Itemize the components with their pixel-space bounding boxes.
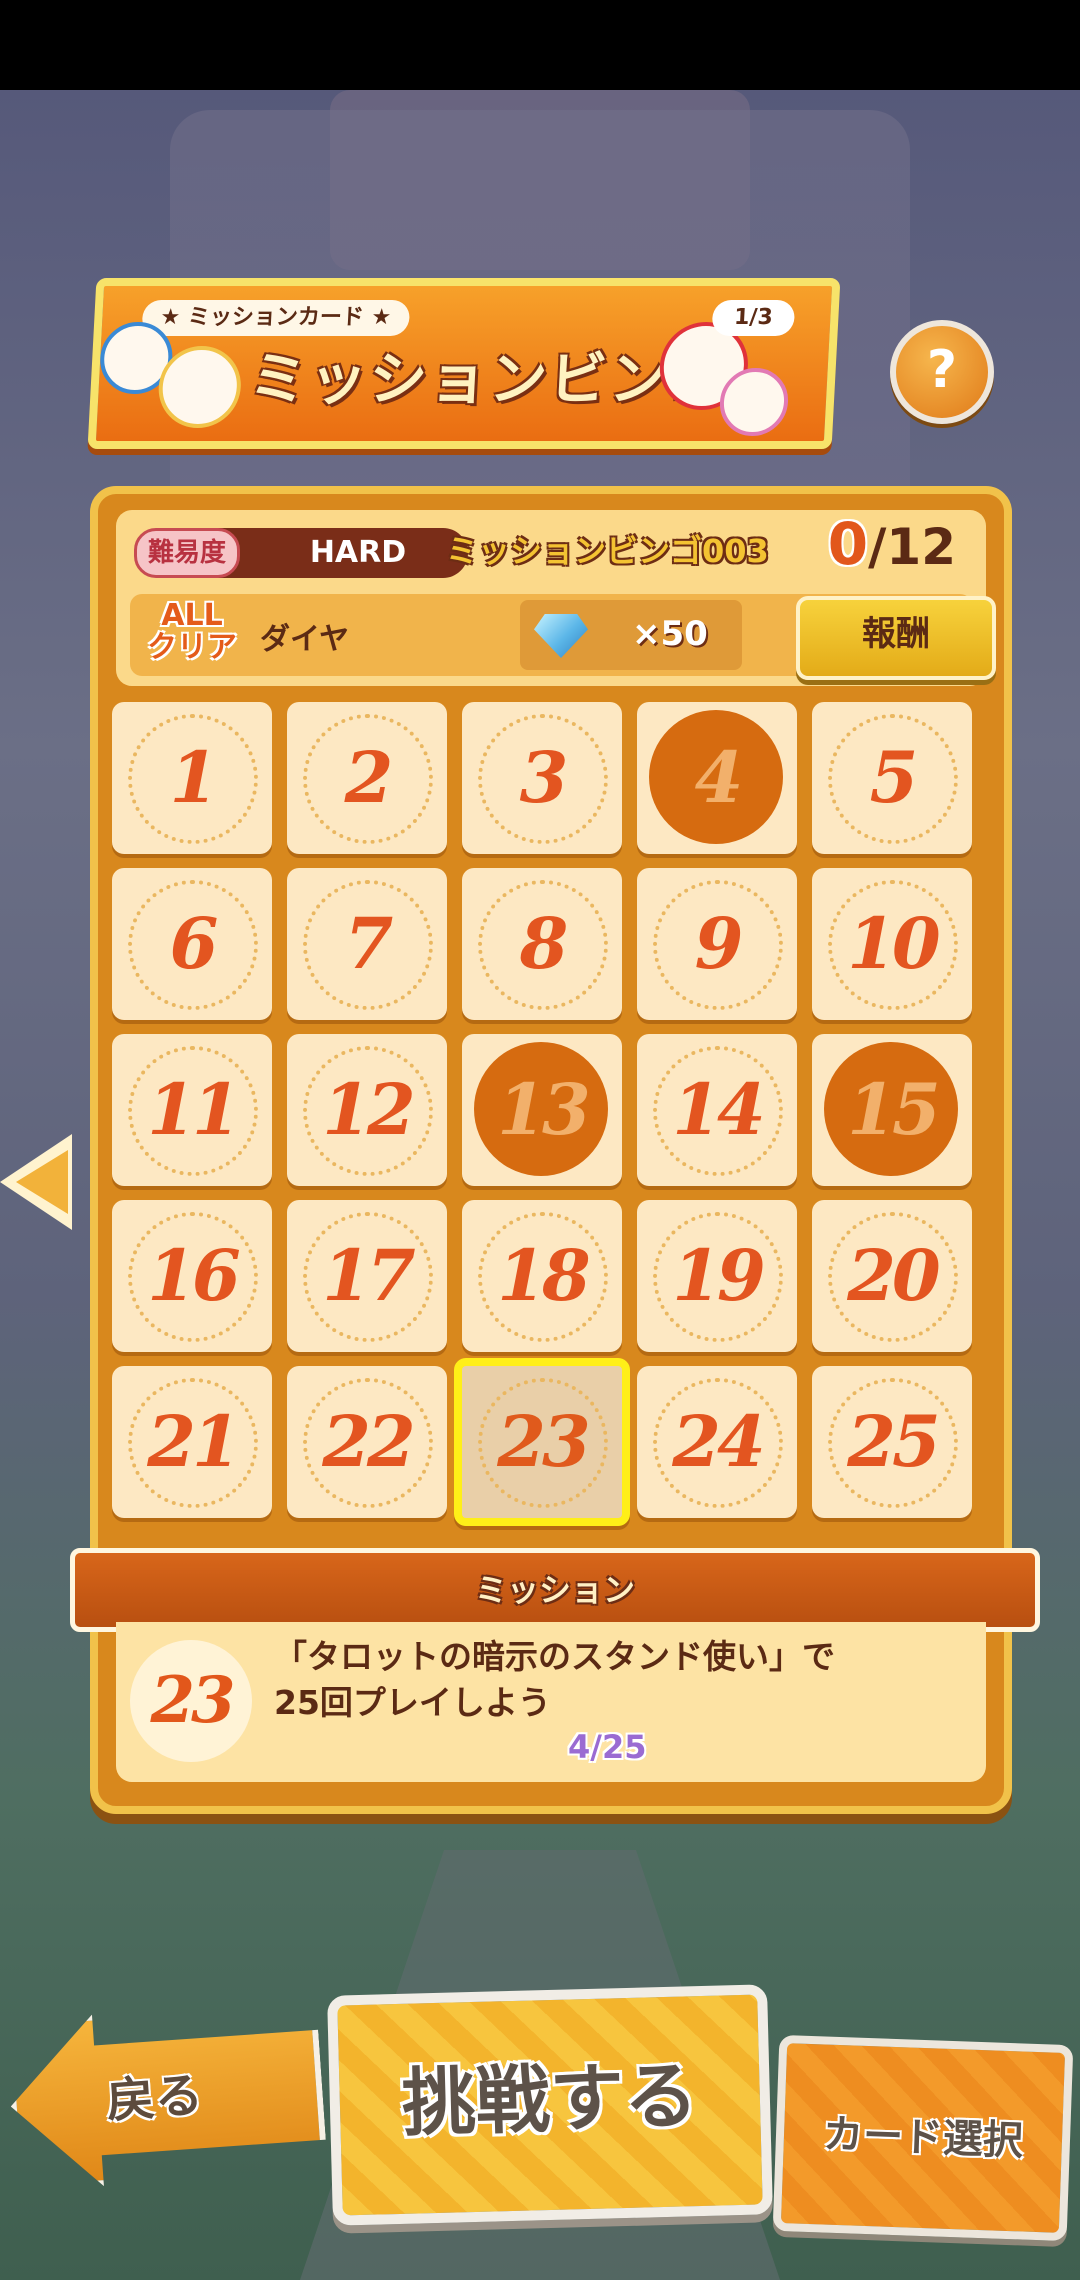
reward-box: ×50	[520, 600, 742, 670]
cell-number: 1	[169, 736, 219, 819]
challenge-button-label: 挑戦する	[400, 2053, 699, 2147]
bingo-cell[interactable]: 15	[812, 1034, 972, 1186]
cell-number: 20	[847, 1234, 940, 1317]
banner-page-indicator: 1/3	[711, 300, 796, 336]
cell-number: 4	[694, 736, 744, 819]
bingo-grid: 1 2 3 4 5 6 7 8 9 10 11 12 13 14 15 16 17 18 19 20 21 22 23 24 2…	[112, 702, 992, 1526]
bingo-cell[interactable]: 7	[287, 868, 447, 1020]
bingo-cell[interactable]: 12	[287, 1034, 447, 1186]
bingo-cell[interactable]: 21	[112, 1366, 272, 1518]
diamond-icon	[534, 614, 588, 658]
banner-subtitle: ★ ミッションカード ★	[141, 300, 411, 336]
cell-number: 16	[147, 1234, 240, 1317]
challenge-button[interactable]: 挑戦する	[327, 1984, 773, 2226]
allclear-label: ALL クリア	[147, 598, 237, 665]
reward-name: ダイヤ	[260, 622, 350, 657]
bingo-cell[interactable]: 17	[287, 1200, 447, 1352]
cell-number: 6	[169, 902, 219, 985]
bingo-cell[interactable]: 19	[637, 1200, 797, 1352]
cell-number: 3	[519, 736, 569, 819]
bingo-cell[interactable]: 24	[637, 1366, 797, 1518]
reward-quantity: ×50	[632, 614, 708, 654]
cell-number: 21	[147, 1400, 240, 1483]
bingo-cell[interactable]: 16	[112, 1200, 272, 1352]
bingo-cell[interactable]: 9	[637, 868, 797, 1020]
cell-number: 2	[344, 736, 394, 819]
bingo-cell[interactable]: 5	[812, 702, 972, 854]
bingo-card: HARD 難易度 ミッションビンゴ003 0/12 ALL クリア ダイヤ ×5…	[70, 486, 1040, 1814]
bingo-cell[interactable]: 11	[112, 1034, 272, 1186]
difficulty-label: 難易度	[134, 528, 240, 578]
cell-number: 14	[672, 1068, 765, 1151]
bingo-cell[interactable]: 1	[112, 702, 272, 854]
reward-button[interactable]: 報酬	[796, 596, 996, 680]
bingo-cell[interactable]: 25	[812, 1366, 972, 1518]
progress-total: /12	[868, 518, 956, 576]
mission-progress: 4/25	[568, 1728, 647, 1766]
back-button[interactable]: 戻る	[5, 2000, 315, 2181]
bingo-progress: 0/12	[828, 510, 956, 578]
bingo-cell[interactable]: 20	[812, 1200, 972, 1352]
mission-number: 23	[130, 1640, 252, 1762]
cell-number: 11	[147, 1068, 240, 1151]
bingo-cell[interactable]: 4	[637, 702, 797, 854]
cell-number: 10	[847, 902, 940, 985]
banner-title: ミッションビンゴ	[247, 345, 731, 413]
bingo-cell[interactable]: 3	[462, 702, 622, 854]
cell-number: 22	[322, 1400, 415, 1483]
mission-header-ribbon: ミッション	[70, 1548, 1040, 1632]
cell-number: 8	[519, 902, 569, 985]
card-select-button-label: カード選択	[822, 2111, 1024, 2165]
bingo-cell[interactable]: 14	[637, 1034, 797, 1186]
card-select-button[interactable]: カード選択	[772, 2034, 1074, 2242]
back-button-label: 戻る	[104, 2067, 205, 2130]
cell-number: 5	[869, 736, 919, 819]
mission-bingo-banner: ★ ミッションカード ★ ミッションビンゴ 1/3	[87, 278, 841, 449]
cell-number: 7	[344, 902, 394, 985]
cell-number: 15	[847, 1068, 940, 1151]
bingo-cell[interactable]: 23	[454, 1358, 630, 1526]
mission-description: 「タロットの暗示のスタンド使い」で 25回プレイしよう	[274, 1637, 835, 1722]
card-info-panel: HARD 難易度 ミッションビンゴ003 0/12 ALL クリア ダイヤ ×5…	[116, 510, 996, 686]
status-bar	[0, 0, 1080, 90]
bingo-card-name: ミッションビンゴ003	[446, 532, 769, 570]
bingo-cell[interactable]: 22	[287, 1366, 447, 1518]
cell-number: 19	[672, 1234, 765, 1317]
difficulty-value: HARD	[208, 528, 468, 578]
cell-number: 18	[497, 1234, 590, 1317]
cell-number: 9	[694, 902, 744, 985]
cell-number: 25	[847, 1400, 940, 1483]
cell-number: 24	[672, 1400, 765, 1483]
help-button[interactable]: ?	[890, 320, 994, 424]
cell-number: 12	[322, 1068, 415, 1151]
bingo-cell[interactable]: 13	[462, 1034, 622, 1186]
mission-detail-panel: 23 「タロットの暗示のスタンド使い」で 25回プレイしよう 4/25	[116, 1622, 986, 1782]
cell-number: 17	[322, 1234, 415, 1317]
bingo-cell[interactable]: 8	[462, 868, 622, 1020]
progress-current: 0	[827, 510, 869, 578]
cell-number: 23	[497, 1400, 590, 1483]
bingo-cell[interactable]: 2	[287, 702, 447, 854]
bingo-cell[interactable]: 6	[112, 868, 272, 1020]
bingo-cell[interactable]: 10	[812, 868, 972, 1020]
allclear-reward-row: ALL クリア ダイヤ ×50 報酬	[130, 594, 996, 680]
cell-number: 13	[497, 1068, 590, 1151]
bingo-cell[interactable]: 18	[462, 1200, 622, 1352]
